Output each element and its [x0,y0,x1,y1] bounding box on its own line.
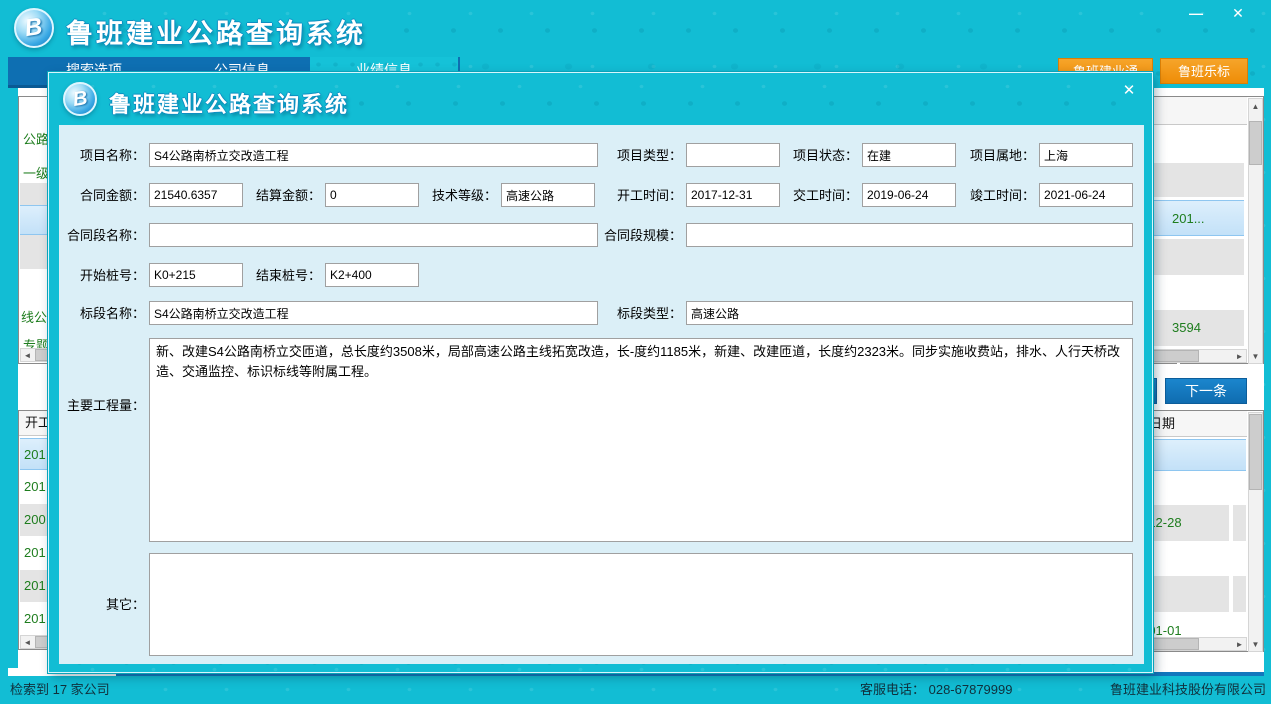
scrollbar-thumb[interactable] [1249,121,1262,165]
luban-lebiao-button[interactable]: 鲁班乐标 [1160,58,1248,84]
luban-logo-icon: B [14,8,54,48]
handover-date-input[interactable] [862,183,956,207]
app-title: 鲁班建业公路查询系统 [66,12,366,51]
tech-grade-label: 技术等级： [411,186,497,206]
project-name-label: 项目名称： [59,146,145,166]
status-bar: 检索到 17 家公司 客服电话： 028-67879999 鲁班建业科技股份有限… [0,676,1271,704]
tech-grade-input[interactable] [501,183,595,207]
company-name: 鲁班建业科技股份有限公司 [1110,676,1266,704]
scrollbar-thumb[interactable] [1249,414,1262,490]
section-name-input[interactable] [149,301,598,325]
contract-amount-input[interactable] [149,183,243,207]
main-works-label: 主要工程量： [59,396,145,416]
handover-date-label: 交工时间： [772,186,858,206]
section-type-input[interactable] [686,301,1133,325]
contract-section-name-label: 合同段名称： [59,226,145,246]
contract-section-scale-input[interactable] [686,223,1133,247]
project-name-input[interactable] [149,143,598,167]
project-type-input[interactable] [686,143,780,167]
end-stake-label: 结束桩号： [235,266,321,286]
other-label: 其它： [59,595,145,615]
start-stake-label: 开始桩号： [59,266,145,286]
scroll-left-icon[interactable]: ◄ [21,349,34,362]
table-cell [1233,576,1246,612]
completion-date-label: 竣工时间： [949,186,1035,206]
end-stake-input[interactable] [325,263,419,287]
service-phone: 客服电话： 028-67879999 [860,676,1012,704]
project-detail-dialog: B 鲁班建业公路查询系统 ✕ 项目名称： 项目类型： 项目状态： 项目属地： 合… [48,72,1153,673]
project-type-label: 项目类型： [596,146,682,166]
dialog-title: 鲁班建业公路查询系统 [109,87,349,119]
project-location-input[interactable] [1039,143,1133,167]
dialog-close-button[interactable]: ✕ [1117,81,1141,101]
luban-logo-icon: B [63,82,97,116]
result-count: 检索到 17 家公司 [10,676,110,704]
scroll-down-icon[interactable]: ▼ [1249,350,1262,363]
scroll-left-icon[interactable]: ◄ [21,636,34,649]
settlement-amount-input[interactable] [325,183,419,207]
other-textarea[interactable] [149,553,1133,656]
section-name-label: 标段名称： [59,304,145,324]
scroll-up-icon[interactable]: ▲ [1249,100,1262,113]
start-stake-input[interactable] [149,263,243,287]
project-status-input[interactable] [862,143,956,167]
window-titlebar: B 鲁班建业公路查询系统 — ✕ [0,0,1271,57]
start-date-input[interactable] [686,183,780,207]
settlement-amount-label: 结算金额： [235,186,321,206]
scroll-right-icon[interactable]: ► [1233,638,1246,651]
section-type-label: 标段类型： [596,304,682,324]
project-location-label: 项目属地： [949,146,1035,166]
close-button[interactable]: ✕ [1222,4,1254,24]
main-works-textarea[interactable]: 新、改建S4公路南桥立交匝道，总长度约3508米，局部高速公路主线拓宽改造，长-… [149,338,1133,542]
results-vscrollbar[interactable]: ▲ ▼ [1248,98,1263,364]
date-table-vscrollbar[interactable]: ▼ [1248,412,1263,652]
completion-date-input[interactable] [1039,183,1133,207]
project-status-label: 项目状态： [772,146,858,166]
contract-section-scale-label: 合同段规模： [596,226,682,246]
contract-amount-label: 合同金额： [59,186,145,206]
start-date-label: 开工时间： [596,186,682,206]
next-button[interactable]: 下一条 [1165,378,1247,404]
table-cell [1233,505,1246,541]
dialog-body: 项目名称： 项目类型： 项目状态： 项目属地： 合同金额： 结算金额： 技术等级… [59,125,1144,664]
scroll-down-icon[interactable]: ▼ [1249,638,1262,651]
contract-section-name-input[interactable] [149,223,598,247]
minimize-button[interactable]: — [1182,4,1210,24]
scroll-right-icon[interactable]: ► [1233,350,1246,363]
